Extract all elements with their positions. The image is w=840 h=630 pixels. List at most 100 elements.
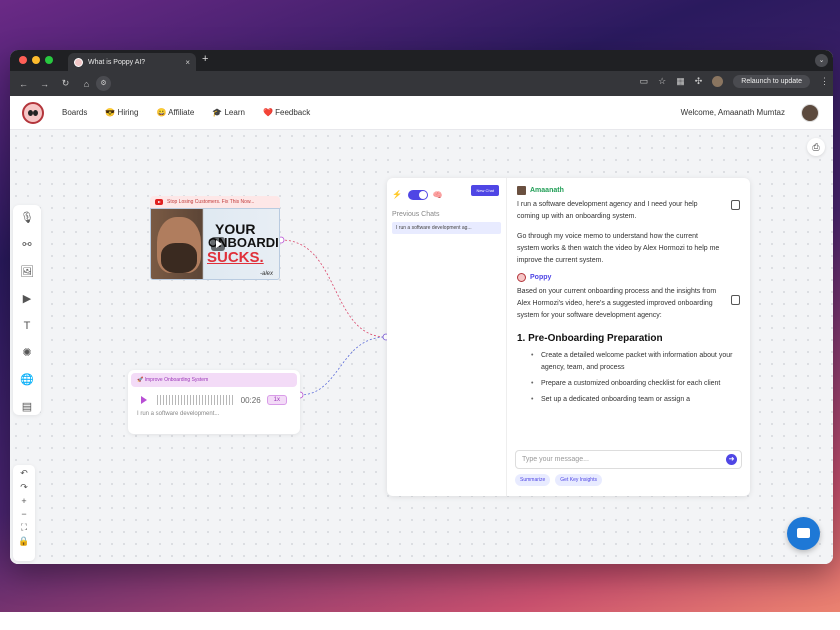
send-icon[interactable]: ➜	[726, 454, 737, 465]
text-icon[interactable]: T	[19, 318, 35, 334]
site-settings-icon[interactable]: ⚙	[96, 76, 111, 91]
summarize-button[interactable]: Summarize	[515, 474, 551, 486]
app-header: Boards 😎 Hiring 😀 Affiliate 🎓 Learn ❤️ F…	[10, 96, 833, 130]
zoom-out-icon[interactable]: −	[21, 509, 26, 519]
microphone-icon[interactable]: 🎙	[19, 210, 35, 226]
zoom-controls: ↶ ↷ + − ⛶ 🔒	[13, 465, 35, 561]
redo-icon[interactable]: ↷	[20, 482, 28, 493]
close-window-button[interactable]	[19, 56, 27, 64]
profile-avatar[interactable]	[712, 76, 724, 87]
user-message-header: Amaanath	[517, 186, 740, 195]
audio-duration: 00:26	[240, 395, 261, 405]
video-thumbnail[interactable]: YOUR ONBOARDING SUCKS. -alex	[150, 208, 280, 280]
thumbnail-beard	[161, 243, 197, 273]
audio-node[interactable]: 🚀 Improve Onboarding System 00:26 1x I r…	[128, 370, 300, 434]
copy-icon[interactable]	[731, 295, 740, 305]
poppy-avatar-icon	[517, 273, 526, 282]
share-nodes-icon[interactable]: ⚯	[19, 237, 35, 253]
chat-sidebar: ⚡ 🧠 New Chat Previous Chats I run a soft…	[387, 178, 507, 496]
audio-player: 00:26 1x	[131, 387, 297, 409]
omnibox[interactable]: ⚙	[96, 75, 696, 92]
extension-icon[interactable]: ▦	[676, 76, 685, 87]
puzzle-icon[interactable]: ✣	[695, 76, 703, 87]
mode-toggle[interactable]	[408, 189, 429, 200]
key-insights-button[interactable]: Get Key Insights	[555, 474, 602, 486]
reload-icon[interactable]: ↻	[60, 78, 71, 89]
back-icon[interactable]: ←	[18, 79, 29, 89]
minimize-window-button[interactable]	[32, 56, 40, 64]
chat-node: ⚡ 🧠 New Chat Previous Chats I run a soft…	[387, 178, 750, 496]
document-icon[interactable]: ⎙	[807, 138, 825, 156]
browser-window: What is Poppy AI? × + ⌄ ← → ↻ ⌂ ⚙ ▭ ☆ ▦ …	[10, 50, 833, 564]
quick-actions: Summarize Get Key Insights	[515, 474, 602, 486]
bottom-strip	[0, 612, 840, 630]
audio-play-icon[interactable]	[141, 396, 147, 404]
tab-title: What is Poppy AI?	[88, 58, 146, 66]
nav-hiring[interactable]: 😎 Hiring	[105, 108, 138, 117]
video-icon[interactable]: ▶	[19, 291, 35, 307]
nav-affiliate[interactable]: 😀 Affiliate	[156, 108, 194, 117]
previous-chat-item[interactable]: I run a software development ag...	[392, 222, 501, 234]
list-item: Set up a dedicated onboarding team or as…	[531, 394, 740, 406]
home-icon[interactable]: ⌂	[81, 79, 92, 89]
bookmark-star-icon[interactable]: ☆	[658, 76, 666, 87]
user-name: Amaanath	[530, 187, 564, 194]
menu-kebab-icon[interactable]: ⋮	[820, 76, 829, 87]
zoom-in-icon[interactable]: +	[21, 496, 26, 506]
image-icon[interactable]: 🖼	[19, 264, 35, 280]
thumbnail-signature: -alex	[259, 271, 273, 277]
previous-chats-label: Previous Chats	[392, 211, 440, 218]
brain-icon: 🧠	[432, 190, 443, 200]
close-tab-icon[interactable]: ×	[185, 58, 190, 67]
scroll-fade	[507, 428, 750, 448]
video-node[interactable]: Stop Losing Customers. Fix This Now... Y…	[150, 196, 280, 280]
list-item: Prepare a customized onboarding checklis…	[531, 378, 740, 390]
left-toolbar: 🎙 ⚯ 🖼 ▶ T ✺ 🌐 ▤	[13, 205, 41, 415]
nav-feedback[interactable]: ❤️ Feedback	[263, 108, 310, 117]
user-message-2: Go through my voice memo to understand h…	[517, 233, 720, 264]
play-icon[interactable]	[211, 237, 225, 251]
poppy-logo[interactable]	[22, 101, 44, 124]
tab-bar: What is Poppy AI? × + ⌄	[10, 50, 833, 71]
new-tab-button[interactable]: +	[202, 53, 208, 65]
bolt-icon: ⚡	[392, 190, 402, 200]
browser-tab[interactable]: What is Poppy AI? ×	[68, 53, 196, 71]
nav-boards[interactable]: Boards	[62, 108, 87, 117]
bot-message: Based on your current onboarding process…	[517, 288, 717, 319]
lock-icon[interactable]: 🔒	[18, 536, 29, 547]
thumbnail-text-line3: SUCKS.	[207, 249, 264, 266]
document-icon[interactable]: ▤	[19, 399, 35, 415]
forward-icon[interactable]: →	[39, 79, 50, 89]
section-heading: 1. Pre-Onboarding Preparation	[517, 333, 663, 344]
cast-icon[interactable]: ▭	[640, 76, 649, 87]
toolbar-right: ▭ ☆ ▦ ✣ Relaunch to update ⋮	[640, 75, 829, 88]
user-message-1: I run a software development agency and …	[517, 201, 698, 220]
user-avatar[interactable]	[801, 104, 819, 122]
playback-speed-button[interactable]: 1x	[266, 395, 287, 405]
bullet-list: Create a detailed welcome packet with in…	[517, 350, 740, 406]
bot-name: Poppy	[530, 274, 552, 281]
board-canvas[interactable]: ⎙ 🎙 ⚯ 🖼 ▶ T ✺ 🌐 ▤ ↶ ↷ + − ⛶ 🔒 Stop Losin…	[10, 130, 833, 564]
new-chat-button[interactable]: New Chat	[471, 185, 499, 196]
relaunch-button[interactable]: Relaunch to update	[733, 75, 810, 88]
copy-icon[interactable]	[731, 200, 740, 210]
youtube-icon	[155, 199, 163, 205]
ai-chat-icon[interactable]: ✺	[19, 345, 35, 361]
poppy-favicon-icon	[74, 57, 83, 67]
message-placeholder: Type your message...	[522, 456, 589, 463]
message-input[interactable]: Type your message... ➜	[515, 450, 742, 469]
tab-search-button[interactable]: ⌄	[815, 54, 828, 67]
globe-icon[interactable]: 🌐	[19, 372, 35, 388]
chat-support-button[interactable]	[787, 517, 820, 550]
main-nav: Boards 😎 Hiring 😀 Affiliate 🎓 Learn ❤️ F…	[62, 108, 310, 117]
fit-view-icon[interactable]: ⛶	[21, 522, 27, 533]
maximize-window-button[interactable]	[45, 56, 53, 64]
video-title: Stop Losing Customers. Fix This Now...	[167, 199, 255, 205]
audio-node-title: 🚀 Improve Onboarding System	[131, 373, 297, 387]
waveform[interactable]	[157, 395, 235, 405]
nav-learn[interactable]: 🎓 Learn	[212, 108, 245, 117]
list-item: Create a detailed welcome packet with in…	[531, 350, 740, 374]
undo-icon[interactable]: ↶	[20, 468, 28, 479]
video-node-header: Stop Losing Customers. Fix This Now...	[150, 196, 280, 208]
user-avatar-small	[517, 186, 526, 195]
